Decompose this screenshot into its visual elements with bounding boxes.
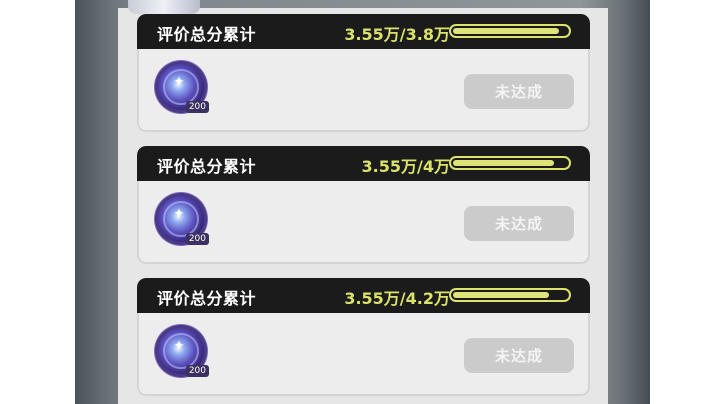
reward-item[interactable]: ✦ 200 — [155, 325, 209, 379]
card-header: 评价总分累计 3.55万/4.2万 — [137, 278, 590, 313]
progress-text: 3.55万/3.8万 — [344, 25, 450, 44]
achievement-card: 评价总分累计 3.55万/3.8万 ✦ 200 未达成 — [137, 14, 590, 132]
card-title: 评价总分累计 — [157, 157, 257, 176]
card-body: ✦ 200 未达成 — [137, 313, 590, 396]
progress-bar — [449, 24, 571, 38]
card-body: ✦ 200 未达成 — [137, 49, 590, 132]
reward-item[interactable]: ✦ 200 — [155, 193, 209, 247]
not-achieved-button[interactable]: 未达成 — [464, 74, 574, 109]
achievement-card: 评价总分累计 3.55万/4万 ✦ 200 未达成 — [137, 146, 590, 264]
reward-quantity: 200 — [185, 101, 209, 113]
reward-item[interactable]: ✦ 200 — [155, 61, 209, 115]
progress-bar-fill — [453, 160, 554, 166]
progress-text: 3.55万/4万 — [361, 157, 450, 176]
progress-bar-fill — [453, 292, 549, 298]
sparkle-icon: ✦ — [173, 74, 185, 90]
reward-quantity: 200 — [185, 365, 209, 377]
progress-text: 3.55万/4.2万 — [344, 289, 450, 308]
sparkle-icon: ✦ — [173, 206, 185, 222]
not-achieved-button[interactable]: 未达成 — [464, 206, 574, 241]
card-body: ✦ 200 未达成 — [137, 181, 590, 264]
progress-bar — [449, 288, 571, 302]
card-header: 评价总分累计 3.55万/4万 — [137, 146, 590, 181]
progress-bar-fill — [453, 28, 559, 34]
character-art-fragment — [128, 0, 200, 14]
not-achieved-button[interactable]: 未达成 — [464, 338, 574, 373]
card-title: 评价总分累计 — [157, 25, 257, 44]
achievement-card: 评价总分累计 3.55万/4.2万 ✦ 200 未达成 — [137, 278, 590, 396]
progress-bar — [449, 156, 571, 170]
sparkle-icon: ✦ — [173, 338, 185, 354]
card-header: 评价总分累计 3.55万/3.8万 — [137, 14, 590, 49]
reward-quantity: 200 — [185, 233, 209, 245]
card-title: 评价总分累计 — [157, 289, 257, 308]
